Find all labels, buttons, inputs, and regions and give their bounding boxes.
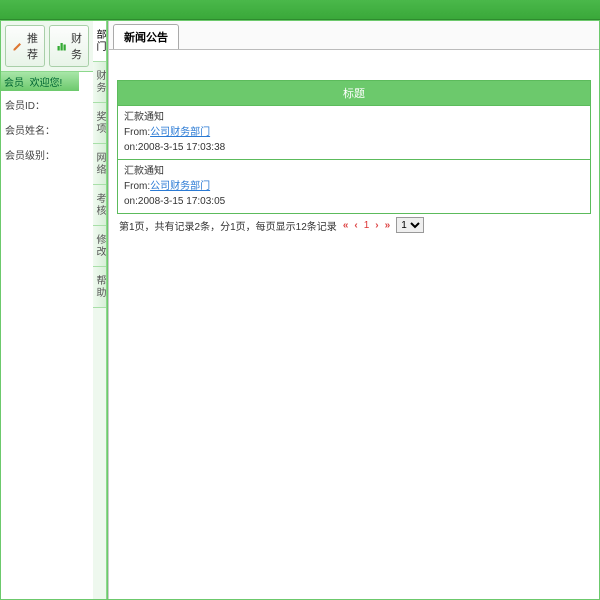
content-scroll[interactable]: 标题 汇款通知From:公司财务部门on:2008-3-15 17:03:38汇… — [109, 50, 599, 599]
sidebar-button-row: 推荐 财务 — [1, 21, 93, 72]
pager-summary: 第1页，共有记录2条，分1页，每页显示12条记录 — [119, 218, 337, 233]
left-sidebar: 推荐 财务 会员 欢迎您! 会员ID：会员姓名：会员级别： 部门财务奖项网络考核… — [1, 21, 108, 599]
pager-prev-icon[interactable]: ‹ — [354, 220, 357, 231]
news-table: 标题 汇款通知From:公司财务部门on:2008-3-15 17:03:38汇… — [117, 80, 591, 214]
row-title: 汇款通知 — [124, 112, 164, 123]
pager-next-icon[interactable]: › — [375, 220, 378, 231]
row-from-prefix: From: — [124, 181, 150, 192]
vtab-3[interactable]: 网络 — [93, 144, 106, 185]
member-info-row: 会员姓名： — [5, 122, 75, 137]
vtab-5[interactable]: 修改 — [93, 226, 106, 267]
pager-page-select[interactable]: 1 — [396, 217, 424, 233]
row-time-prefix: on: — [124, 142, 138, 153]
table-cell: 汇款通知 From:公司财务部门 on:2008-3-15 17:03:05 — [118, 160, 591, 214]
row-time: 2008-3-15 17:03:05 — [138, 196, 225, 207]
row-from-link[interactable]: 公司财务部门 — [150, 181, 210, 192]
col-title: 标题 — [118, 81, 591, 106]
vertical-tabs: 部门财务奖项网络考核修改帮助 — [93, 21, 107, 599]
pencil-icon — [12, 40, 24, 52]
main-area: 新闻公告 标题 汇款通知From:公司财务部门on:2008-3-15 17:0… — [108, 21, 599, 599]
table-row: 汇款通知 From:公司财务部门 on:2008-3-15 17:03:05 — [118, 160, 591, 214]
member-welcome: 欢迎您! — [30, 78, 63, 89]
window-top-bar — [0, 0, 600, 20]
finance-label: 财务 — [71, 30, 82, 62]
row-from-link[interactable]: 公司财务部门 — [150, 127, 210, 138]
member-info-row: 会员ID： — [5, 97, 75, 112]
row-from-prefix: From: — [124, 127, 150, 138]
row-time-prefix: on: — [124, 196, 138, 207]
table-row: 汇款通知 From:公司财务部门 on:2008-3-15 17:03:38 — [118, 106, 591, 160]
recommend-button[interactable]: 推荐 — [5, 25, 45, 67]
tab-strip: 新闻公告 — [109, 21, 599, 50]
vtab-1[interactable]: 财务 — [93, 62, 106, 103]
member-role: 会员 — [4, 78, 24, 89]
tab-news[interactable]: 新闻公告 — [113, 24, 179, 49]
vtab-4[interactable]: 考核 — [93, 185, 106, 226]
vtab-2[interactable]: 奖项 — [93, 103, 106, 144]
finance-button[interactable]: 财务 — [49, 25, 89, 67]
vtab-0[interactable]: 部门 — [93, 21, 106, 62]
app-container: 推荐 财务 会员 欢迎您! 会员ID：会员姓名：会员级别： 部门财务奖项网络考核… — [0, 20, 600, 600]
table-cell: 汇款通知 From:公司财务部门 on:2008-3-15 17:03:38 — [118, 106, 591, 160]
row-title: 汇款通知 — [124, 166, 164, 177]
pager-last-icon[interactable]: » — [385, 220, 391, 231]
pager-current: 1 — [364, 220, 370, 231]
member-info-panel: 会员 欢迎您! 会员ID： 会员姓名： 会员级别： — [1, 72, 79, 599]
pager-first-icon[interactable]: « — [343, 220, 349, 231]
recommend-label: 推荐 — [27, 30, 38, 62]
member-info-row: 会员级别： — [5, 147, 75, 162]
member-info-header: 会员 欢迎您! — [1, 72, 79, 91]
pager: 第1页，共有记录2条，分1页，每页显示12条记录 « ‹ 1 › » 1 — [117, 214, 591, 236]
vtab-6[interactable]: 帮助 — [93, 267, 106, 308]
row-time: 2008-3-15 17:03:38 — [138, 142, 225, 153]
chart-icon — [56, 40, 68, 52]
